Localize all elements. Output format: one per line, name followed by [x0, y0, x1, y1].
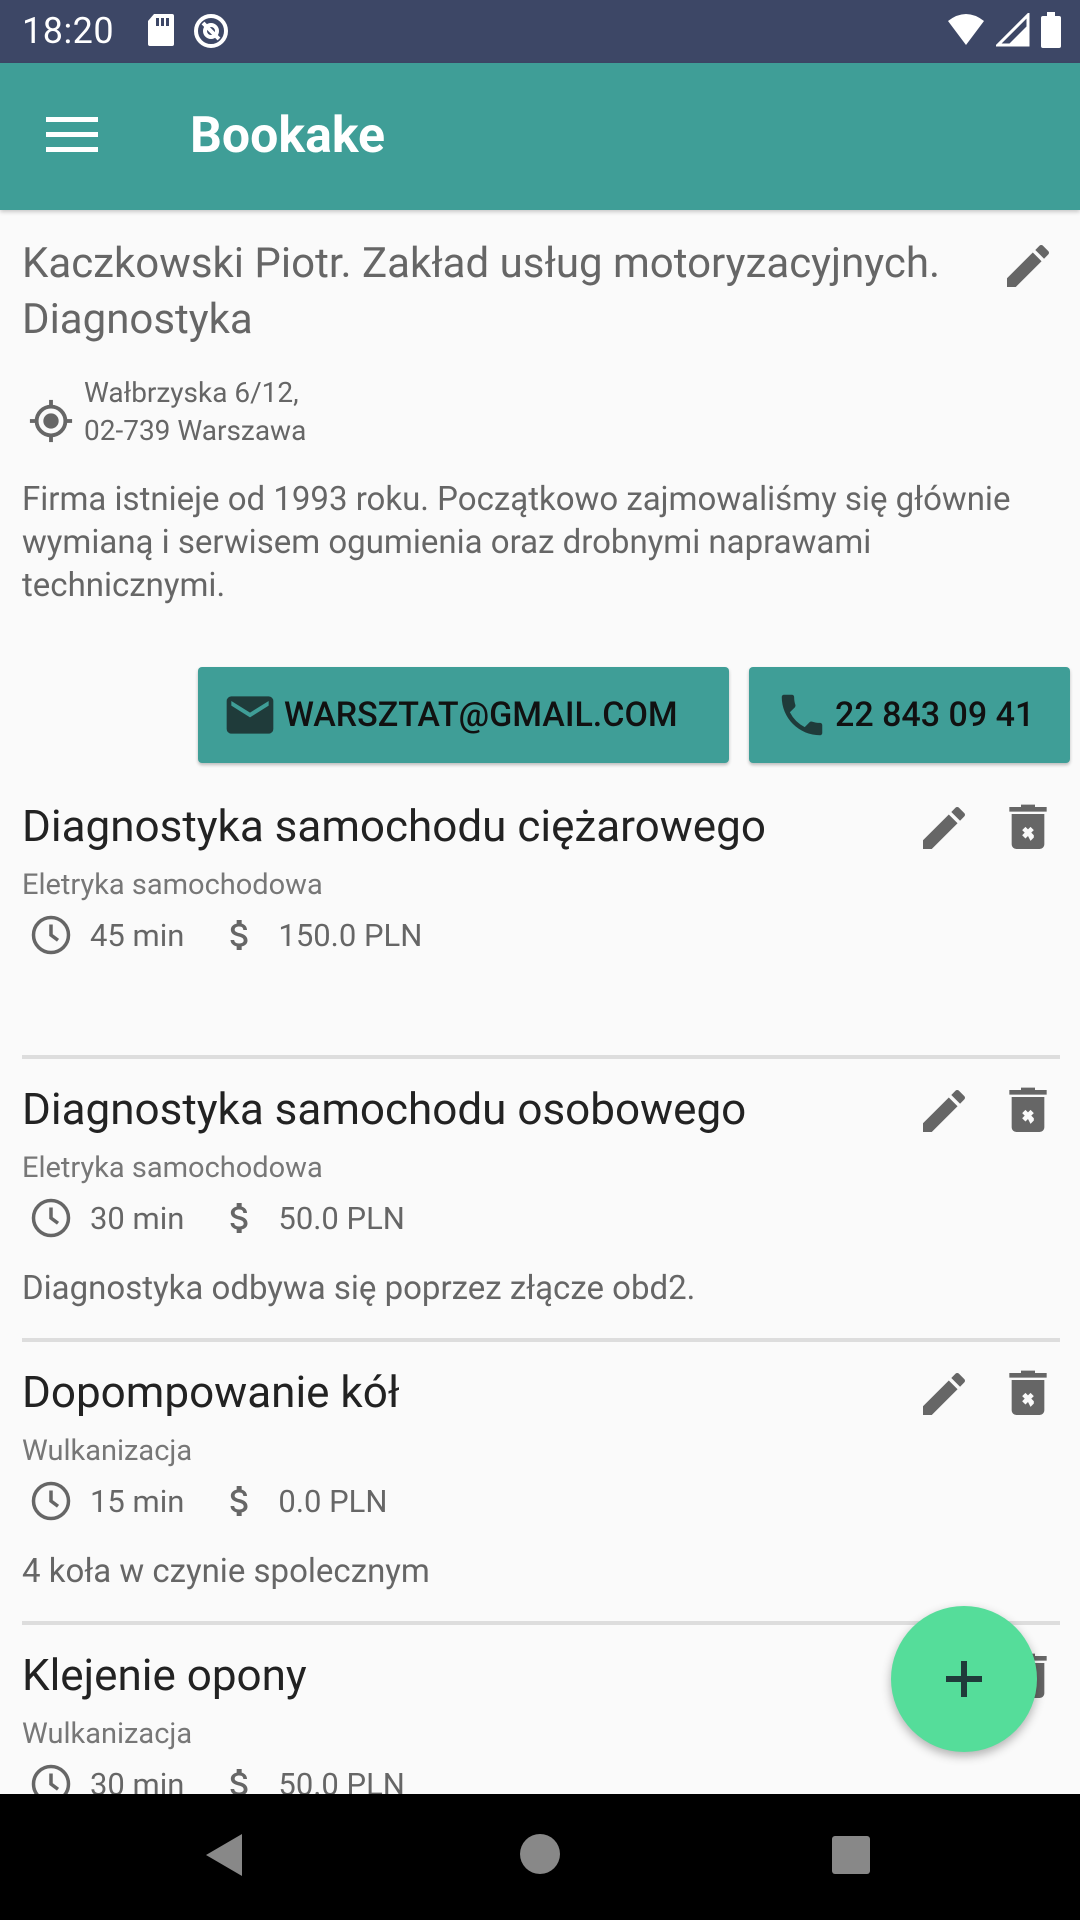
- service-category: Wulkanizacja: [22, 1434, 193, 1468]
- service-category: Eletryka samochodowa: [22, 868, 323, 902]
- battery-icon: [1041, 12, 1061, 48]
- recent-apps-icon[interactable]: [832, 1836, 870, 1874]
- location-icon: [29, 399, 73, 443]
- service-duration: 30 min: [90, 1199, 185, 1237]
- back-icon[interactable]: [204, 1832, 244, 1878]
- dollar-icon: [230, 1203, 248, 1233]
- email-button[interactable]: WARSZTAT@GMAIL.COM: [198, 667, 729, 763]
- divider: [22, 1338, 1060, 1342]
- service-meta: 30 min 50.0 PLN: [30, 1763, 405, 1794]
- service-duration: 30 min: [90, 1765, 185, 1795]
- clock-icon: [31, 1764, 71, 1794]
- phone-button-label: 22 843 09 41: [835, 695, 1035, 735]
- service-duration: 45 min: [90, 916, 185, 954]
- service-note: Diagnostyka odbywa się poprzez złącze ob…: [22, 1269, 696, 1308]
- service-price: 150.0 PLN: [278, 916, 423, 954]
- add-service-button[interactable]: [891, 1606, 1037, 1752]
- phone-button[interactable]: 22 843 09 41: [749, 667, 1070, 763]
- system-nav-bar: [0, 1794, 1080, 1920]
- service-title: Dopompowanie kół: [22, 1366, 400, 1418]
- service-item[interactable]: Diagnostyka samochodu osobowego Eletryka…: [0, 1071, 1080, 1354]
- dollar-icon: [230, 1486, 248, 1516]
- edit-icon[interactable]: [916, 1083, 972, 1139]
- service-title: Klejenie opony: [22, 1649, 307, 1701]
- edit-icon[interactable]: [916, 800, 972, 856]
- app-title: Bookake: [190, 107, 386, 165]
- menu-icon[interactable]: [46, 115, 98, 155]
- address-line-1: Wałbrzyska 6/12,: [84, 376, 299, 409]
- at-sign-icon: [194, 14, 228, 48]
- divider: [22, 1621, 1060, 1625]
- delete-icon[interactable]: [1000, 1083, 1056, 1139]
- delete-icon[interactable]: [1000, 1366, 1056, 1422]
- service-meta: 45 min 150.0 PLN: [30, 914, 422, 956]
- business-detail: Kaczkowski Piotr. Zakład usług motoryzac…: [0, 210, 1080, 1794]
- service-category: Wulkanizacja: [22, 1717, 193, 1751]
- signal-icon: [996, 13, 1030, 47]
- service-note: 4 koła w czynie spolecznym: [22, 1552, 430, 1591]
- business-address: Wałbrzyska 6/12, 02-739 Warszawa: [84, 374, 306, 450]
- service-price: 50.0 PLN: [278, 1199, 405, 1237]
- service-duration: 15 min: [90, 1482, 185, 1520]
- service-category: Eletryka samochodowa: [22, 1151, 323, 1185]
- status-bar: 18:20: [0, 0, 1080, 63]
- home-icon[interactable]: [520, 1834, 560, 1874]
- service-title: Diagnostyka samochodu osobowego: [22, 1083, 747, 1135]
- phone-icon: [781, 694, 823, 736]
- edit-icon[interactable]: [1000, 238, 1056, 294]
- service-price: 0.0 PLN: [278, 1482, 388, 1520]
- email-icon: [226, 696, 274, 734]
- service-meta: 15 min 0.0 PLN: [30, 1480, 387, 1522]
- clock-icon: [31, 915, 71, 955]
- business-name: Kaczkowski Piotr. Zakład usług motoryzac…: [22, 239, 941, 344]
- address-line-2: 02-739 Warszawa: [84, 414, 307, 447]
- service-meta: 30 min 50.0 PLN: [30, 1197, 405, 1239]
- email-button-label: WARSZTAT@GMAIL.COM: [284, 695, 678, 735]
- service-title: Diagnostyka samochodu ciężarowego: [22, 800, 766, 852]
- sd-card-icon: [148, 14, 174, 46]
- service-item[interactable]: Diagnostyka samochodu ciężarowego Eletry…: [0, 788, 1080, 1071]
- service-price: 50.0 PLN: [278, 1765, 405, 1795]
- clock-icon: [31, 1198, 71, 1238]
- delete-icon[interactable]: [1000, 800, 1056, 856]
- dollar-icon: [230, 920, 248, 950]
- edit-icon[interactable]: [916, 1366, 972, 1422]
- divider: [22, 1055, 1060, 1059]
- service-item[interactable]: Dopompowanie kół Wulkanizacja 15 min 0.0…: [0, 1354, 1080, 1637]
- status-time: 18:20: [22, 10, 115, 52]
- plus-icon: [946, 1661, 982, 1697]
- wifi-icon: [948, 14, 984, 45]
- dollar-icon: [230, 1769, 248, 1794]
- app-bar: Bookake: [0, 63, 1080, 210]
- business-description: Firma istnieje od 1993 roku. Początkowo …: [22, 480, 1011, 605]
- clock-icon: [31, 1481, 71, 1521]
